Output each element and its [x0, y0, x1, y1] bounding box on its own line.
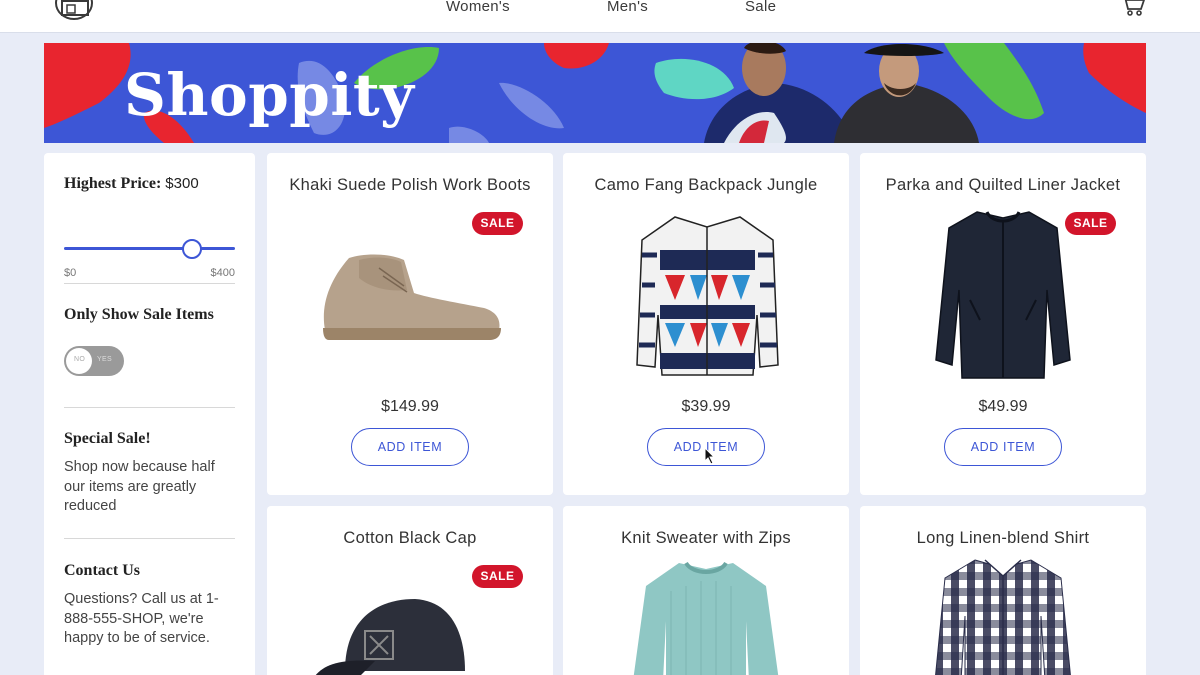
- brand-title: Shoppity: [124, 61, 415, 129]
- nav-link-sale[interactable]: Sale: [745, 0, 776, 15]
- product-price: $49.99: [978, 398, 1028, 415]
- contact-heading: Contact Us: [64, 562, 140, 579]
- contact-section: Contact Us Questions? Call us at 1-888-5…: [64, 562, 235, 649]
- top-navigation: Women's Men's Sale: [0, 0, 1200, 33]
- boot-icon[interactable]: [319, 248, 504, 348]
- product-title[interactable]: Cotton Black Cap: [267, 529, 553, 548]
- add-item-button[interactable]: ADD ITEM: [351, 428, 469, 466]
- product-card[interactable]: Knit Sweater with Zips: [563, 506, 849, 675]
- product-title[interactable]: Parka and Quilted Liner Jacket: [860, 176, 1146, 195]
- sale-filter: Only Show Sale Items NO YES: [64, 306, 235, 386]
- hero-banner: Shoppity: [44, 43, 1146, 143]
- product-price: $39.99: [681, 398, 731, 415]
- add-item-button[interactable]: ADD ITEM: [944, 428, 1062, 466]
- toggle-off-text: NO: [74, 356, 86, 363]
- price-slider-max: $400: [210, 267, 235, 279]
- nav-link-womens[interactable]: Women's: [446, 0, 510, 15]
- black-cap-icon[interactable]: [315, 591, 475, 675]
- filter-sidebar: Highest Price: $300 $0 $400 Only Show Sa…: [44, 153, 255, 675]
- mouse-pointer-icon: [704, 447, 716, 465]
- shopping-cart-icon[interactable]: [1120, 0, 1146, 18]
- price-slider-handle[interactable]: [182, 239, 203, 259]
- sidebar-divider: [64, 283, 235, 284]
- mint-sweater-icon[interactable]: [631, 561, 781, 675]
- price-slider-track[interactable]: [64, 247, 235, 250]
- store-logo-icon[interactable]: [55, 0, 93, 20]
- product-card[interactable]: Parka and Quilted Liner Jacket SALE $49.…: [860, 153, 1146, 495]
- sidebar-divider: [64, 538, 235, 539]
- sale-filter-heading: Only Show Sale Items: [64, 306, 214, 323]
- plaid-shirt-icon[interactable]: [935, 556, 1071, 675]
- price-filter-heading: Highest Price: $300: [64, 175, 235, 193]
- special-sale-heading: Special Sale!: [64, 430, 151, 447]
- sale-badge: SALE: [472, 565, 523, 588]
- price-slider-min: $0: [64, 267, 77, 279]
- product-price: $149.99: [381, 398, 439, 415]
- toggle-on-text: YES: [97, 356, 112, 363]
- product-title[interactable]: Long Linen-blend Shirt: [860, 529, 1146, 548]
- product-title[interactable]: Knit Sweater with Zips: [563, 529, 849, 548]
- price-filter-value: $300: [165, 175, 199, 192]
- product-title[interactable]: Camo Fang Backpack Jungle: [563, 176, 849, 195]
- special-sale-text: Shop now because half our items are grea…: [64, 459, 215, 514]
- product-card[interactable]: Khaki Suede Polish Work Boots SALE $149.…: [267, 153, 553, 495]
- patterned-cardigan-icon[interactable]: [635, 215, 780, 380]
- product-title[interactable]: Khaki Suede Polish Work Boots: [267, 176, 553, 195]
- price-filter-label: Highest Price:: [64, 175, 162, 192]
- special-sale-section: Special Sale! Shop now because half our …: [64, 430, 235, 517]
- product-card[interactable]: Camo Fang Backpack Jungle $39.99 ADD ITE…: [563, 153, 849, 495]
- sale-only-toggle[interactable]: NO YES: [64, 346, 124, 376]
- contact-text: Questions? Call us at 1-888-555-SHOP, we…: [64, 591, 219, 646]
- product-card[interactable]: Long Linen-blend Shirt: [860, 506, 1146, 675]
- product-card[interactable]: Cotton Black Cap SALE: [267, 506, 553, 675]
- price-filter: Highest Price: $300 $0 $400: [64, 175, 235, 285]
- navy-jacket-icon[interactable]: [932, 210, 1074, 382]
- sale-badge: SALE: [472, 212, 523, 235]
- nav-link-mens[interactable]: Men's: [607, 0, 648, 15]
- sidebar-divider: [64, 407, 235, 408]
